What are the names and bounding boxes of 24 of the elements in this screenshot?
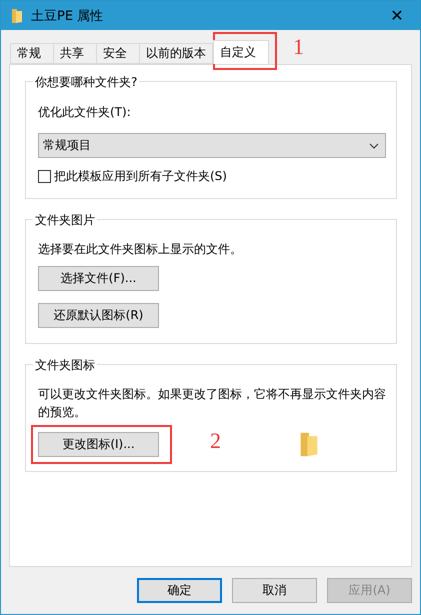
- chevron-down-icon: [369, 142, 379, 148]
- tab[interactable]: 共享: [53, 43, 97, 64]
- group-title: 文件夹图片: [33, 212, 97, 229]
- folder-icon: [11, 8, 23, 24]
- tab[interactable]: 常规: [10, 43, 54, 64]
- close-button[interactable]: ✕: [374, 1, 420, 30]
- group-title: 你想要哪种文件夹?: [33, 74, 140, 91]
- change-icon-button[interactable]: 更改图标(I)...: [38, 432, 159, 457]
- action-button[interactable]: 还原默认图标(R): [38, 303, 159, 328]
- dialog-button[interactable]: 确定: [137, 578, 222, 603]
- action-button[interactable]: 选择文件(F)...: [38, 266, 159, 291]
- description: 选择要在此文件夹图标上显示的文件。: [38, 241, 242, 258]
- group-title: 文件夹图标: [33, 357, 97, 374]
- tab[interactable]: 以前的版本: [139, 43, 213, 64]
- tab[interactable]: 自定义: [213, 40, 269, 64]
- window-title: 土豆PE 属性: [31, 8, 104, 24]
- dropdown[interactable]: 常规项目: [38, 133, 386, 158]
- callout-number: 2: [210, 428, 221, 454]
- dialog-button[interactable]: 取消: [232, 578, 317, 603]
- folder-icon: [299, 431, 319, 458]
- field-label: 优化此文件夹(T):: [38, 104, 131, 121]
- description: 可以更改文件夹图标。如果更改了图标，它将不再显示文件夹内容的预览。: [38, 386, 386, 421]
- tab[interactable]: 安全: [96, 43, 140, 64]
- callout-number: 1: [293, 34, 304, 60]
